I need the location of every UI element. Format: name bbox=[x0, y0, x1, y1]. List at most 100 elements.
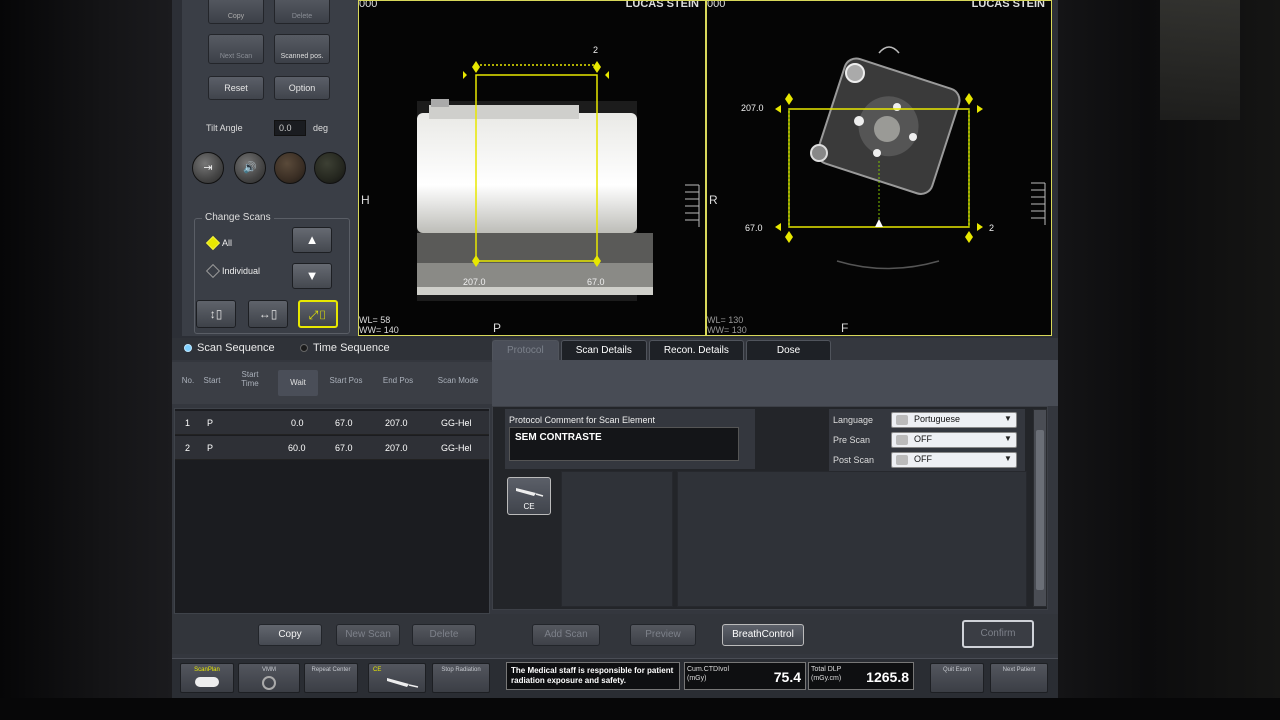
tab-dose[interactable]: Dose bbox=[745, 340, 832, 360]
vertical-range-button[interactable]: ↕▯ bbox=[196, 300, 236, 328]
quit-exam-button[interactable]: Quit Exam bbox=[930, 663, 984, 693]
range-marker-right: 2 bbox=[989, 223, 995, 233]
dark-orb-icon[interactable] bbox=[314, 152, 346, 184]
breath-control-button[interactable]: BreathControl bbox=[722, 624, 804, 646]
status-bar: ScanPlan VMM Repeat Center CE Stop Radia… bbox=[172, 658, 1058, 698]
window-width: WW= 140 bbox=[359, 325, 399, 335]
delete-button[interactable]: Delete bbox=[412, 624, 476, 646]
option-button[interactable]: Option bbox=[274, 76, 330, 100]
add-scan-button[interactable]: Add Scan bbox=[532, 624, 600, 646]
vmm-button[interactable]: VMM bbox=[238, 663, 300, 693]
copy-button[interactable]: Copy bbox=[258, 624, 322, 646]
range-start-label: 207.0 bbox=[463, 277, 486, 287]
repeat-center-button[interactable]: Repeat Center bbox=[304, 663, 358, 693]
stop-radiation-button[interactable]: Stop Radiation bbox=[432, 663, 490, 693]
scanogram-viewport-ap[interactable]: 000 LUCAS STEIN 207.0 67.0 2 R F WL= 130… bbox=[706, 0, 1052, 336]
copy-position-label: Copy bbox=[227, 13, 245, 20]
detail-scrollbar[interactable] bbox=[1033, 409, 1047, 607]
sound-icon[interactable]: 🔊 bbox=[234, 152, 266, 184]
next-patient-button[interactable]: Next Patient bbox=[990, 663, 1048, 693]
individual-radio-label: Individual bbox=[222, 266, 261, 276]
scan-sequence-radio[interactable]: Scan Sequence bbox=[184, 342, 275, 354]
row-end-pos: 207.0 bbox=[385, 443, 408, 453]
post-scan-select[interactable]: OFF ▼ bbox=[891, 452, 1017, 468]
row-start-pos: 67.0 bbox=[335, 418, 353, 428]
move-down-button[interactable]: ▼ bbox=[292, 263, 332, 289]
horizontal-range-button[interactable]: ↔▯ bbox=[248, 300, 288, 328]
protocol-comment-label: Protocol Comment for Scan Element bbox=[509, 415, 656, 425]
tab-recon-details[interactable]: Recon. Details bbox=[648, 340, 744, 360]
scanplan-button[interactable]: ScanPlan bbox=[180, 663, 234, 693]
scrollbar-thumb[interactable] bbox=[1036, 430, 1044, 590]
column-no: No. bbox=[181, 376, 195, 385]
dlp-value: 1265.8 bbox=[866, 669, 909, 685]
radio-icon bbox=[300, 344, 308, 352]
individual-radio[interactable]: Individual bbox=[205, 263, 261, 279]
table-row[interactable]: 1 P 0.0 67.0 207.0 GG-Hel bbox=[175, 411, 489, 435]
copy-position-button[interactable]: Copy bbox=[208, 0, 264, 24]
scanned-pos-label: Scanned pos. bbox=[280, 53, 324, 60]
language-value: Portuguese bbox=[914, 414, 961, 424]
time-sequence-label: Time Sequence bbox=[313, 342, 390, 354]
tab-scan-details[interactable]: Scan Details bbox=[560, 340, 647, 360]
delete-position-button[interactable]: Delete bbox=[274, 0, 330, 24]
table-row[interactable]: 2 P 60.0 67.0 207.0 GG-Hel bbox=[175, 436, 489, 460]
detail-tabs: Protocol Scan Details Recon. Details Dos… bbox=[492, 340, 832, 360]
chevron-down-icon: ▼ bbox=[1004, 414, 1012, 423]
protocol-comment-box: Protocol Comment for Scan Element SEM CO… bbox=[505, 409, 755, 469]
dark-orb-icon[interactable] bbox=[274, 152, 306, 184]
ce-status-label: CE bbox=[373, 667, 382, 673]
magnifier-icon bbox=[262, 676, 276, 690]
preview-button[interactable]: Preview bbox=[630, 624, 696, 646]
radio-selected-icon bbox=[184, 344, 192, 352]
scanogram-viewport-lateral[interactable]: 000 LUCAS STEIN 2 207.0 67.0 H P WL= 58 … bbox=[358, 0, 706, 336]
scanplan-icon bbox=[195, 677, 219, 687]
vmm-label: VMM bbox=[262, 667, 276, 673]
next-scan-button[interactable]: Next Scan bbox=[208, 34, 264, 64]
protocol-detail-panel: Protocol Comment for Scan Element SEM CO… bbox=[492, 406, 1048, 610]
chevron-down-icon: ▼ bbox=[1004, 454, 1012, 463]
scan-element-slot bbox=[561, 471, 673, 607]
orientation-letter-side: R bbox=[709, 193, 718, 207]
row-no: 1 bbox=[185, 418, 191, 428]
protocol-comment-field[interactable]: SEM CONTRASTE bbox=[509, 427, 739, 461]
diagonal-range-button[interactable]: ⤢▯ bbox=[298, 300, 338, 328]
column-wait[interactable]: Wait bbox=[278, 370, 318, 396]
ce-status-button[interactable]: CE bbox=[368, 663, 426, 693]
confirm-button[interactable]: Confirm bbox=[962, 620, 1034, 648]
reset-button[interactable]: Reset bbox=[208, 76, 264, 100]
window-level: WL= 130 bbox=[707, 315, 744, 325]
background-wall bbox=[1160, 0, 1240, 120]
tilt-angle-unit: deg bbox=[313, 123, 329, 133]
table-move-icon[interactable]: ⇥ bbox=[192, 152, 224, 184]
tab-protocol[interactable]: Protocol bbox=[492, 340, 559, 360]
column-start-pos: Start Pos bbox=[329, 376, 363, 385]
move-up-button[interactable]: ▲ bbox=[292, 227, 332, 253]
range-bottom-label: 67.0 bbox=[745, 223, 763, 233]
scan-sequence-table: 1 P 0.0 67.0 207.0 GG-Hel 2 P 60.0 67.0 … bbox=[174, 408, 490, 614]
row-end-pos: 207.0 bbox=[385, 418, 408, 428]
column-start-time: Start Time bbox=[241, 370, 259, 388]
pre-scan-select[interactable]: OFF ▼ bbox=[891, 432, 1017, 448]
tilt-angle-input[interactable]: 0.0 bbox=[274, 120, 306, 136]
pre-scan-value: OFF bbox=[914, 434, 932, 444]
scanned-pos-button[interactable]: Scanned pos. bbox=[274, 34, 330, 64]
monitor-bezel-bottom bbox=[0, 698, 1280, 720]
scan-control-panel: Copy Delete Next Scan Scanned pos. Reset… bbox=[182, 0, 358, 336]
row-wait: 60.0 bbox=[288, 443, 306, 453]
protocol-area: Scan Sequence Time Sequence Protocol Sca… bbox=[172, 338, 1058, 658]
language-select[interactable]: Portuguese ▼ bbox=[891, 412, 1017, 428]
time-sequence-radio[interactable]: Time Sequence bbox=[300, 342, 390, 354]
next-patient-label: Next Patient bbox=[1002, 667, 1036, 673]
new-scan-button[interactable]: New Scan bbox=[336, 624, 400, 646]
contrast-injector-button[interactable]: CE bbox=[507, 477, 551, 515]
all-radio[interactable]: All bbox=[205, 235, 232, 251]
dlp-label: Total DLP (mGy.cm) bbox=[811, 666, 842, 682]
ce-label: CE bbox=[523, 502, 535, 511]
ap-scanogram-image bbox=[775, 46, 1046, 270]
range-end-label: 67.0 bbox=[587, 277, 605, 287]
row-scan-mode: GG-Hel bbox=[441, 443, 472, 453]
window-width: WW= 130 bbox=[707, 325, 747, 335]
window-level: WL= 58 bbox=[359, 315, 391, 325]
tilt-angle-label: Tilt Angle bbox=[206, 123, 243, 133]
